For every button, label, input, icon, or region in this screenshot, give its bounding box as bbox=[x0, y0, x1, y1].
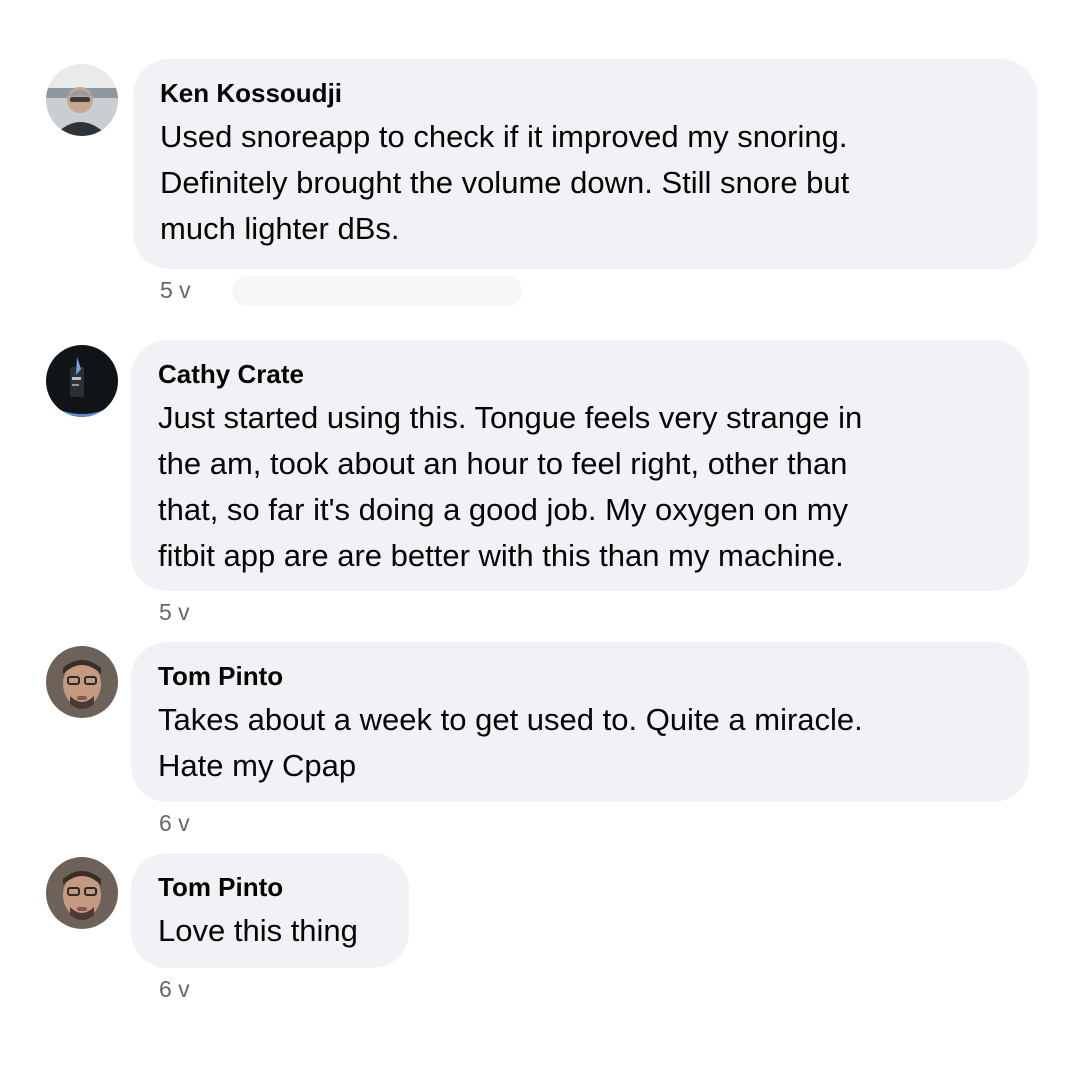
comment-text: Takes about a week to get used to. Quite… bbox=[158, 702, 863, 783]
avatar[interactable] bbox=[46, 857, 118, 929]
comment-bubble: Tom Pinto Takes about a week to get used… bbox=[131, 642, 1029, 802]
avatar[interactable] bbox=[46, 64, 118, 136]
user-photo-icon bbox=[46, 857, 118, 929]
user-photo-icon bbox=[46, 64, 118, 136]
comment-author[interactable]: Tom Pinto bbox=[158, 661, 1003, 691]
comment-author[interactable]: Ken Kossoudji bbox=[160, 78, 1011, 108]
comment-timestamp[interactable]: 5 v bbox=[159, 598, 190, 626]
user-photo-icon bbox=[46, 345, 118, 417]
comment-author[interactable]: Cathy Crate bbox=[158, 359, 1003, 389]
comment-bubble: Ken Kossoudji Used snoreapp to check if … bbox=[133, 59, 1037, 269]
comment-text: Love this thing bbox=[158, 913, 358, 948]
comment-bubble: Tom Pinto Love this thing bbox=[131, 853, 409, 968]
avatar[interactable] bbox=[46, 646, 118, 718]
faded-placeholder bbox=[232, 276, 522, 306]
comment-timestamp[interactable]: 6 v bbox=[159, 809, 190, 837]
comment-bubble: Cathy Crate Just started using this. Ton… bbox=[131, 340, 1029, 591]
comment-text: Used snoreapp to check if it improved my… bbox=[160, 119, 850, 246]
comment-timestamp[interactable]: 5 v bbox=[160, 276, 191, 304]
comment-timestamp[interactable]: 6 v bbox=[159, 975, 190, 1003]
comment-author[interactable]: Tom Pinto bbox=[158, 872, 385, 902]
user-photo-icon bbox=[46, 646, 118, 718]
comment-text: Just started using this. Tongue feels ve… bbox=[158, 400, 863, 573]
avatar[interactable] bbox=[46, 345, 118, 417]
